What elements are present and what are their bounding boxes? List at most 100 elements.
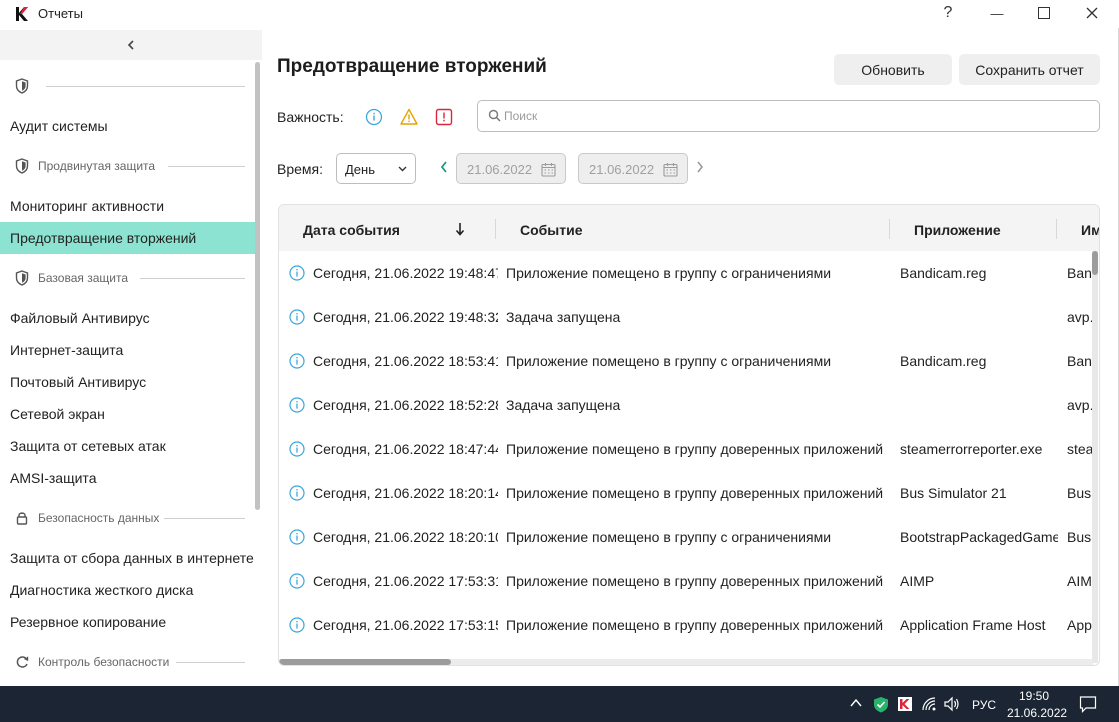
help-button[interactable]: ? — [924, 0, 972, 26]
kaspersky-tray-icon[interactable] — [897, 696, 913, 712]
notification-icon[interactable] — [1079, 695, 1097, 713]
info-icon — [365, 108, 383, 126]
arrow-down-icon[interactable] — [455, 222, 465, 236]
cell-event: Задача запущена — [506, 309, 621, 325]
critical-icon — [435, 108, 453, 126]
sidebar-item-activity-monitor[interactable]: Мониторинг активности — [0, 190, 255, 222]
sidebar-item-network-attack-blocker[interactable]: Защита от сетевых атак — [0, 430, 255, 462]
table-row[interactable]: Сегодня, 21.06.2022 17:53:15 Приложение п… — [279, 603, 1099, 647]
previous-period-icon[interactable] — [440, 161, 448, 173]
table-vertical-scrollbar[interactable] — [1092, 251, 1098, 663]
cell-application: AIMP — [900, 573, 935, 589]
table-horizontal-scrollbar[interactable] — [279, 659, 1093, 665]
language-indicator[interactable]: РУС — [972, 698, 996, 712]
date-to-value: 21.06.2022 — [589, 162, 655, 177]
refresh-button[interactable]: Обновить — [834, 54, 952, 85]
sidebar-item-web-protection[interactable]: Интернет-защита — [0, 334, 255, 366]
close-icon — [1086, 7, 1098, 19]
severity-critical-toggle[interactable] — [429, 104, 459, 130]
cell-event: Приложение помещено в группу доверенных … — [506, 573, 884, 589]
scrollbar-thumb[interactable] — [279, 659, 451, 665]
date-from-field: 21.06.2022 — [456, 153, 566, 184]
column-separator[interactable] — [889, 219, 890, 239]
sidebar-section-data-security: Безопасность данных — [0, 508, 250, 528]
cell-date: Сегодня, 21.06.2022 18:52:28 — [313, 397, 498, 413]
info-icon — [289, 573, 305, 589]
shield-icon — [15, 158, 29, 174]
sidebar-collapse-button[interactable] — [0, 30, 262, 60]
column-header-name[interactable]: Им — [1081, 222, 1099, 238]
chevron-up-icon[interactable] — [849, 696, 863, 710]
column-separator[interactable] — [495, 219, 496, 239]
sidebar-scrollbar[interactable] — [255, 62, 260, 510]
sidebar-section-label: Безопасность данных — [38, 511, 160, 525]
main-content: Предотвращение вторжений Обновить Сохран… — [262, 28, 1119, 686]
column-header-event[interactable]: Событие — [520, 222, 583, 238]
table-row[interactable]: Сегодня, 21.06.2022 18:20:14 Приложение п… — [279, 471, 1099, 515]
next-period-icon[interactable] — [696, 161, 704, 173]
sidebar-section-advanced-protection: Продвинутая защита — [0, 156, 250, 176]
sidebar-section-label: Базовая защита — [38, 271, 128, 285]
close-button[interactable] — [1068, 0, 1116, 26]
shield-icon — [15, 270, 29, 286]
kaspersky-shield-icon[interactable] — [873, 696, 889, 713]
column-header-application[interactable]: Приложение — [914, 222, 1001, 238]
table-row[interactable]: Сегодня, 21.06.2022 19:48:32 Задача запущ… — [279, 295, 1099, 339]
severity-info-toggle[interactable] — [359, 104, 389, 130]
table-row[interactable]: Сегодня, 21.06.2022 18:47:44 Приложение п… — [279, 427, 1099, 471]
sidebar-section-security-control: Контроль безопасности — [0, 652, 250, 672]
column-header-date[interactable]: Дата события — [303, 222, 400, 238]
sidebar-item-data-collection-protection[interactable]: Защита от сбора данных в интернете — [0, 542, 255, 574]
sidebar-item-system-audit[interactable]: Аудит системы — [0, 110, 255, 142]
sidebar-section-label: Контроль безопасности — [38, 655, 170, 669]
cell-application: Application Frame Host — [900, 617, 1046, 633]
cell-event: Приложение помещено в группу доверенных … — [506, 485, 884, 501]
minimize-button[interactable]: — — [973, 0, 1021, 26]
clock-date[interactable]: 21.06.2022 — [1007, 706, 1067, 720]
cell-event: Приложение помещено в группу с ограничен… — [506, 529, 832, 545]
table-row[interactable]: Сегодня, 21.06.2022 18:53:41 Приложение п… — [279, 339, 1099, 383]
taskbar: РУС 19:50 21.06.2022 — [0, 686, 1119, 722]
cell-application: steamerrorreporter.exe — [900, 441, 1043, 457]
scrollbar-thumb[interactable] — [1092, 251, 1098, 275]
section-divider — [140, 278, 245, 279]
search-input[interactable]: Поиск — [477, 100, 1100, 132]
save-report-button[interactable]: Сохранить отчет — [959, 54, 1100, 85]
info-icon — [289, 353, 305, 369]
maximize-button[interactable] — [1020, 0, 1068, 26]
section-divider — [46, 86, 245, 87]
sidebar-item-intrusion-prevention[interactable]: Предотвращение вторжений — [0, 222, 255, 254]
cell-event: Приложение помещено в группу с ограничен… — [506, 265, 832, 281]
chevron-down-icon — [398, 166, 407, 172]
table-row[interactable]: Сегодня, 21.06.2022 19:48:47 Приложение п… — [279, 251, 1099, 295]
sidebar-item-file-antivirus[interactable]: Файловый Антивирус — [0, 302, 255, 334]
chevron-left-icon — [127, 40, 134, 50]
calendar-icon — [663, 163, 678, 177]
table-row[interactable]: Сегодня, 21.06.2022 18:20:10 Приложение п… — [279, 515, 1099, 559]
table-row[interactable]: Сегодня, 21.06.2022 17:53:31 Приложение п… — [279, 559, 1099, 603]
sidebar-section-basic-protection: Базовая защита — [0, 268, 250, 288]
cell-date: Сегодня, 21.06.2022 18:20:10 — [313, 529, 498, 545]
section-divider — [176, 662, 245, 663]
severity-warning-toggle[interactable] — [394, 104, 424, 130]
cell-application: Bus Simulator 21 — [900, 485, 1007, 501]
calendar-icon — [541, 163, 556, 177]
search-icon — [488, 109, 501, 122]
sidebar-item-disk-diagnostics[interactable]: Диагностика жесткого диска — [0, 574, 255, 606]
sidebar-item-backup[interactable]: Резервное копирование — [0, 606, 255, 638]
cell-date: Сегодня, 21.06.2022 17:53:31 — [313, 573, 498, 589]
sidebar-item-firewall[interactable]: Сетевой экран — [0, 398, 255, 430]
cell-event: Приложение помещено в группу доверенных … — [506, 617, 884, 633]
section-divider — [164, 518, 245, 519]
column-separator[interactable] — [1056, 219, 1057, 239]
cell-application: Bandicam.reg — [900, 265, 987, 281]
cell-event: Приложение помещено в группу с ограничен… — [506, 353, 832, 369]
wifi-icon[interactable] — [921, 696, 937, 712]
period-select[interactable]: День — [336, 153, 416, 184]
table-row[interactable]: Сегодня, 21.06.2022 18:52:28 Задача запущ… — [279, 383, 1099, 427]
speaker-icon[interactable] — [944, 696, 960, 712]
cell-date: Сегодня, 21.06.2022 17:53:15 — [313, 617, 498, 633]
clock-time[interactable]: 19:50 — [1019, 689, 1049, 703]
sidebar-item-mail-antivirus[interactable]: Почтовый Антивирус — [0, 366, 255, 398]
sidebar-item-amsi-protection[interactable]: AMSI-защита — [0, 462, 255, 494]
